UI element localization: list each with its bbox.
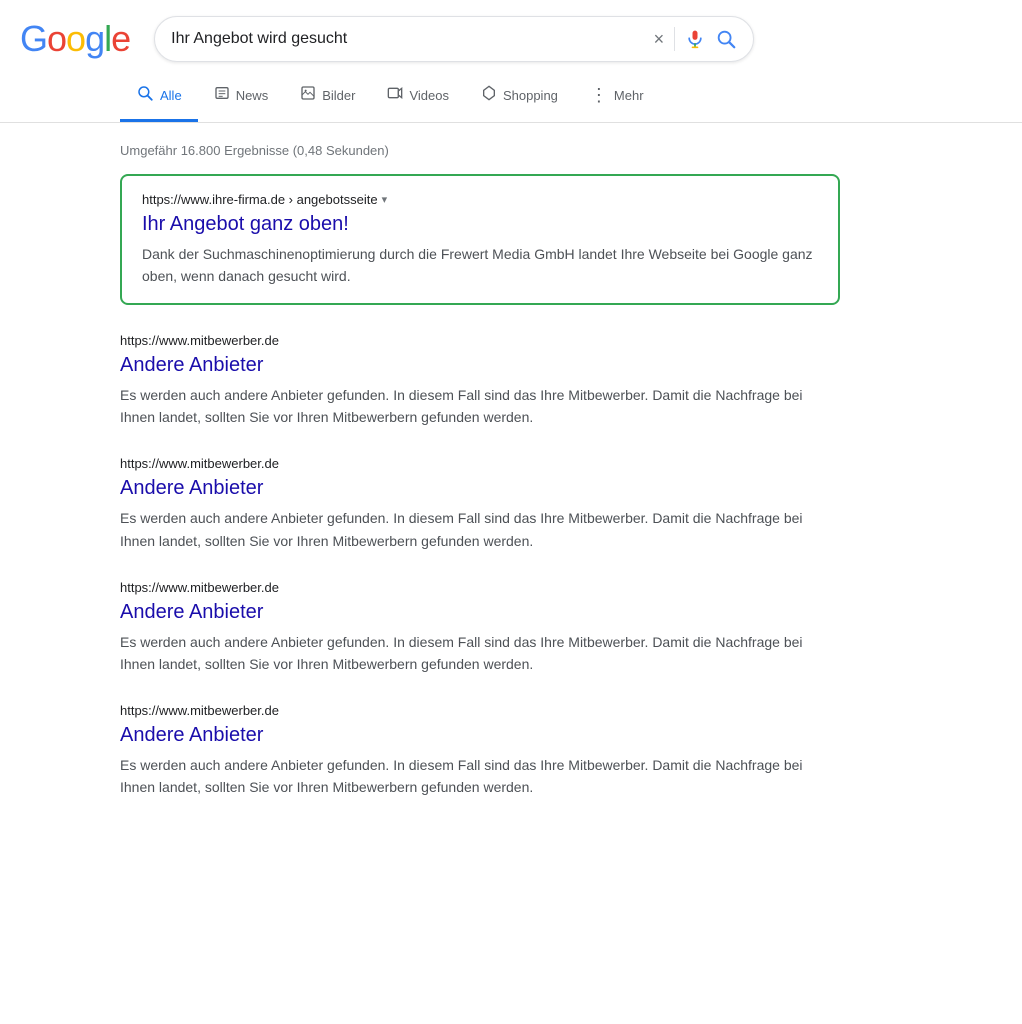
more-tab-icon: ⋮ — [590, 85, 608, 106]
results-stats: Umgefähr 16.800 Ergebnisse (0,48 Sekunde… — [120, 143, 840, 158]
tab-shopping[interactable]: Shopping — [465, 73, 574, 121]
result-title-3[interactable]: Andere Anbieter — [120, 722, 840, 748]
search-query: Ihr Angebot wird gesucht — [171, 30, 645, 48]
tab-more-label: Mehr — [614, 88, 644, 103]
result-item: https://www.mitbewerber.de Andere Anbiet… — [120, 703, 840, 798]
result-description-1: Es werden auch andere Anbieter gefunden.… — [120, 507, 840, 551]
tab-images[interactable]: Bilder — [284, 73, 371, 121]
tab-shopping-label: Shopping — [503, 88, 558, 103]
result-url-1: https://www.mitbewerber.de — [120, 456, 840, 471]
result-description-2: Es werden auch andere Anbieter gefunden.… — [120, 631, 840, 675]
result-url-text-1: https://www.mitbewerber.de — [120, 456, 279, 471]
featured-result-title[interactable]: Ihr Angebot ganz oben! — [142, 211, 818, 237]
logo-letter-e: e — [111, 18, 130, 60]
result-url-text-3: https://www.mitbewerber.de — [120, 703, 279, 718]
search-submit-icon[interactable] — [715, 28, 737, 50]
shopping-tab-icon — [481, 85, 497, 106]
google-logo[interactable]: G o o g l e — [20, 18, 130, 60]
result-item: https://www.mitbewerber.de Andere Anbiet… — [120, 333, 840, 428]
featured-result-description: Dank der Suchmaschinenoptimierung durch … — [142, 243, 818, 287]
logo-letter-g: G — [20, 18, 47, 60]
result-title-1[interactable]: Andere Anbieter — [120, 475, 840, 501]
search-divider — [674, 27, 675, 51]
tab-all[interactable]: Alle — [120, 72, 198, 122]
result-url-0: https://www.mitbewerber.de — [120, 333, 840, 348]
result-url-2: https://www.mitbewerber.de — [120, 580, 840, 595]
result-description-0: Es werden auch andere Anbieter gefunden.… — [120, 384, 840, 428]
tab-news[interactable]: News — [198, 73, 285, 121]
tab-videos[interactable]: Videos — [371, 73, 465, 121]
tab-all-label: Alle — [160, 88, 182, 103]
result-title-2[interactable]: Andere Anbieter — [120, 599, 840, 625]
logo-letter-o1: o — [47, 18, 66, 60]
tab-news-label: News — [236, 88, 269, 103]
result-url-3: https://www.mitbewerber.de — [120, 703, 840, 718]
news-tab-icon — [214, 85, 230, 106]
tab-more[interactable]: ⋮ Mehr — [574, 73, 660, 121]
clear-search-button[interactable]: × — [654, 29, 665, 50]
search-tab-icon — [136, 84, 154, 107]
featured-result: https://www.ihre-firma.de › angebotsseit… — [120, 174, 840, 305]
logo-letter-g2: g — [85, 18, 104, 60]
featured-url-text: https://www.ihre-firma.de › angebotsseit… — [142, 192, 378, 207]
featured-result-url: https://www.ihre-firma.de › angebotsseit… — [142, 192, 818, 207]
result-url-text-2: https://www.mitbewerber.de — [120, 580, 279, 595]
result-title-0[interactable]: Andere Anbieter — [120, 352, 840, 378]
images-tab-icon — [300, 85, 316, 106]
tab-images-label: Bilder — [322, 88, 355, 103]
nav-tabs: Alle News Bilder — [0, 72, 1022, 123]
mic-icon[interactable] — [685, 29, 705, 49]
featured-url-dropdown-icon[interactable]: ▾ — [382, 193, 388, 206]
result-url-text-0: https://www.mitbewerber.de — [120, 333, 279, 348]
search-bar: Ihr Angebot wird gesucht × — [154, 16, 754, 62]
result-item: https://www.mitbewerber.de Andere Anbiet… — [120, 456, 840, 551]
regular-results-list: https://www.mitbewerber.de Andere Anbiet… — [120, 333, 840, 798]
logo-letter-o2: o — [66, 18, 85, 60]
result-item: https://www.mitbewerber.de Andere Anbiet… — [120, 580, 840, 675]
logo-letter-l: l — [104, 18, 111, 60]
header: G o o g l e Ihr Angebot wird gesucht × — [0, 0, 1022, 72]
search-icons: × — [654, 27, 738, 51]
videos-tab-icon — [387, 85, 403, 106]
tab-videos-label: Videos — [409, 88, 449, 103]
result-description-3: Es werden auch andere Anbieter gefunden.… — [120, 754, 840, 798]
results-area: Umgefähr 16.800 Ergebnisse (0,48 Sekunde… — [0, 123, 860, 846]
